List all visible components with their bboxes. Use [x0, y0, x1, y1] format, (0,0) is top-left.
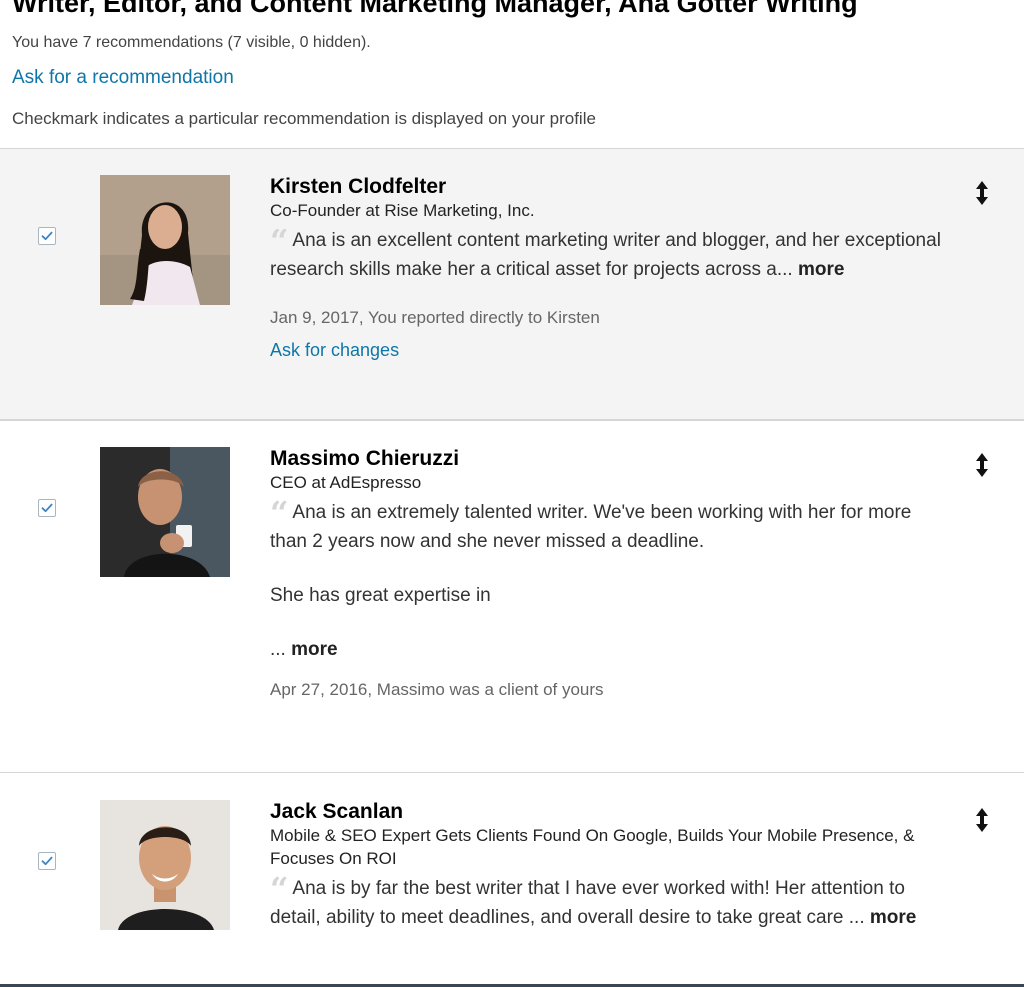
display-checkbox[interactable] — [38, 227, 56, 245]
avatar — [100, 175, 230, 305]
quote-mark-icon: “ — [270, 494, 289, 532]
more-link[interactable]: more — [870, 907, 916, 928]
display-checkbox[interactable] — [38, 852, 56, 870]
recommendation-text: “Ana is by far the best writer that I ha… — [270, 873, 950, 932]
checkmark-icon — [41, 503, 53, 513]
recommendation-content: Jack Scanlan Mobile & SEO Expert Gets Cl… — [270, 800, 950, 932]
checkmark-hint: Checkmark indicates a particular recomme… — [12, 109, 596, 128]
recommendation-meta: Apr 27, 2016, Massimo was a client of yo… — [270, 680, 604, 699]
avatar — [100, 447, 230, 577]
recommendation-meta: Jan 9, 2017, You reported directly to Ki… — [270, 308, 600, 327]
recommendation-content: Massimo Chieruzzi CEO at AdEspresso “Ana… — [270, 447, 950, 700]
recommender-headline: Mobile & SEO Expert Gets Clients Found O… — [270, 826, 915, 868]
recommender-name[interactable]: Kirsten Clodfelter — [270, 175, 950, 199]
vertical-arrows-icon[interactable] — [972, 807, 992, 833]
vertical-arrows-icon[interactable] — [972, 180, 992, 206]
checkmark-icon — [41, 856, 53, 866]
recommendation-content: Kirsten Clodfelter Co-Founder at Rise Ma… — [270, 175, 950, 361]
recommender-name[interactable]: Jack Scanlan — [270, 800, 950, 824]
recommendation-item: Jack Scanlan Mobile & SEO Expert Gets Cl… — [0, 772, 1024, 987]
vertical-arrows-icon[interactable] — [972, 452, 992, 478]
quote-mark-icon: “ — [270, 222, 289, 260]
recommender-name[interactable]: Massimo Chieruzzi — [270, 447, 950, 471]
recommendation-text: “Ana is an excellent content marketing w… — [270, 225, 950, 284]
recommendation-quote: Ana is by far the best writer that I hav… — [270, 878, 905, 928]
recommender-headline: CEO at AdEspresso — [270, 473, 422, 492]
checkmark-icon — [41, 231, 53, 241]
ask-for-recommendation-link[interactable]: Ask for a recommendation — [12, 67, 234, 89]
avatar — [100, 800, 230, 930]
ellipsis: ... — [270, 639, 286, 660]
recommendation-count: You have 7 recommendations (7 visible, 0… — [12, 34, 371, 51]
recommendation-text: “Ana is an extremely talented writer. We… — [270, 497, 950, 664]
recommender-headline: Co-Founder at Rise Marketing, Inc. — [270, 201, 535, 220]
ask-for-changes-link[interactable]: Ask for changes — [270, 340, 950, 361]
quote-mark-icon: “ — [270, 870, 289, 908]
more-link[interactable]: more — [291, 639, 337, 660]
recommendation-item: Kirsten Clodfelter Co-Founder at Rise Ma… — [0, 148, 1024, 420]
display-checkbox[interactable] — [38, 499, 56, 517]
more-link[interactable]: more — [798, 259, 844, 280]
recommendation-item: Massimo Chieruzzi CEO at AdEspresso “Ana… — [0, 420, 1024, 772]
page-title: Writer, Editor, and Content Marketing Ma… — [12, 0, 858, 18]
recommendation-quote: Ana is an extremely talented writer. We'… — [270, 502, 912, 552]
recommendation-paragraph: She has great expertise in — [270, 585, 491, 606]
recommendation-ellipsis-row: ... more — [270, 635, 950, 664]
